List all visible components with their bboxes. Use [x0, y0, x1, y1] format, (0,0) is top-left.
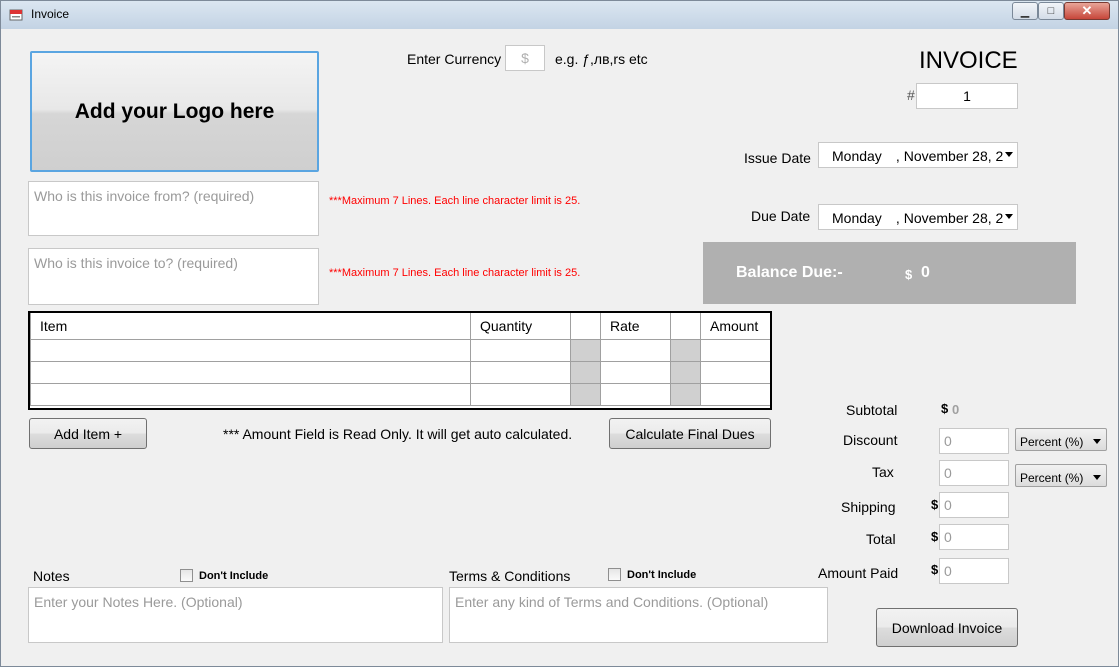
chevron-down-icon	[1093, 475, 1101, 480]
invoice-from-input[interactable]: Who is this invoice from? (required)	[28, 181, 319, 236]
rate-cell[interactable]	[600, 339, 671, 362]
from-limit-note: ***Maximum 7 Lines. Each line character …	[329, 195, 581, 207]
calculate-final-dues-button[interactable]: Calculate Final Dues	[609, 418, 771, 449]
spacer-cell	[670, 383, 701, 406]
issue-date-separator: ,	[895, 148, 900, 164]
title-bar: Invoice ▁ □ ✕	[1, 1, 1118, 29]
tax-type-select[interactable]: Percent (%)	[1015, 464, 1107, 487]
due-date-value: November 28, 2	[903, 210, 1004, 226]
due-date-separator: ,	[895, 210, 900, 226]
app-icon	[9, 9, 23, 21]
column-header-spacer	[670, 313, 701, 340]
balance-due-currency: $	[905, 267, 913, 282]
amount-cell	[700, 339, 770, 362]
item-cell[interactable]	[30, 361, 471, 384]
table-row	[30, 383, 770, 406]
subtotal-currency: $	[941, 401, 949, 416]
notes-dont-include-checkbox[interactable]	[180, 569, 193, 582]
spacer-cell	[570, 339, 601, 362]
download-invoice-button[interactable]: Download Invoice	[876, 608, 1018, 647]
notes-input[interactable]: Enter your Notes Here. (Optional)	[28, 587, 443, 643]
readonly-note: *** Amount Field is Read Only. It will g…	[223, 426, 573, 442]
maximize-button[interactable]: □	[1038, 2, 1064, 20]
window-title: Invoice	[31, 7, 70, 21]
minimize-button[interactable]: ▁	[1012, 2, 1038, 20]
invoice-hash: #	[907, 87, 915, 103]
discount-input[interactable]: 0	[939, 428, 1009, 454]
chevron-down-icon[interactable]	[1005, 152, 1013, 157]
notes-label: Notes	[33, 568, 70, 584]
balance-due-label: Balance Due:-	[736, 264, 843, 281]
amount-paid-currency: $	[931, 562, 939, 577]
item-cell[interactable]	[30, 383, 471, 406]
item-cell[interactable]	[30, 339, 471, 362]
total-label: Total	[866, 531, 896, 547]
due-date-picker[interactable]: Monday, November 28, 2	[818, 204, 1018, 230]
tax-input[interactable]: 0	[939, 460, 1009, 486]
total-input: 0	[939, 524, 1009, 550]
balance-due-panel: Balance Due:- $ 0	[703, 242, 1076, 304]
close-button[interactable]: ✕	[1064, 2, 1110, 20]
shipping-input[interactable]: 0	[939, 492, 1009, 518]
quantity-cell[interactable]	[470, 383, 571, 406]
table-header-row: Item Quantity Rate Amount	[30, 313, 770, 340]
amount-cell	[700, 361, 770, 384]
shipping-currency: $	[931, 497, 939, 512]
tax-type-value: Percent (%)	[1020, 471, 1084, 485]
column-header-rate: Rate	[600, 313, 671, 340]
due-date-label: Due Date	[751, 208, 811, 224]
column-header-quantity: Quantity	[470, 313, 571, 340]
spacer-cell	[570, 361, 601, 384]
spacer-cell	[570, 383, 601, 406]
amount-paid-label: Amount Paid	[818, 565, 899, 581]
notes-dont-include-label[interactable]: Don't Include	[199, 570, 268, 582]
column-header-spacer	[570, 313, 601, 340]
rate-cell[interactable]	[600, 361, 671, 384]
table-row	[30, 339, 770, 362]
balance-due-value: 0	[921, 264, 930, 281]
total-currency: $	[931, 529, 939, 544]
invoice-number-input[interactable]: 1	[916, 83, 1018, 109]
amount-paid-input[interactable]: 0	[939, 558, 1009, 584]
spacer-cell	[670, 361, 701, 384]
issue-date-picker[interactable]: Monday, November 28, 2	[818, 142, 1018, 168]
invoice-to-input[interactable]: Who is this invoice to? (required)	[28, 248, 319, 305]
issue-date-value: November 28, 2	[903, 148, 1004, 164]
column-header-item: Item	[30, 313, 471, 340]
items-table[interactable]: Item Quantity Rate Amount	[28, 311, 772, 410]
terms-dont-include-label[interactable]: Don't Include	[627, 569, 696, 581]
discount-type-select[interactable]: Percent (%)	[1015, 428, 1107, 451]
due-date-day: Monday	[832, 210, 882, 226]
subtotal-label: Subtotal	[846, 402, 898, 418]
quantity-cell[interactable]	[470, 361, 571, 384]
issue-date-label: Issue Date	[744, 150, 811, 166]
discount-label: Discount	[843, 432, 898, 448]
tax-label: Tax	[872, 464, 894, 480]
currency-example: e.g. ƒ,лв,rs etc	[555, 51, 648, 67]
add-logo-button[interactable]: Add your Logo here	[30, 51, 319, 172]
to-limit-note: ***Maximum 7 Lines. Each line character …	[329, 267, 581, 279]
quantity-cell[interactable]	[470, 339, 571, 362]
currency-input[interactable]: $	[505, 45, 545, 71]
discount-type-value: Percent (%)	[1020, 435, 1084, 449]
shipping-label: Shipping	[841, 499, 896, 515]
spacer-cell	[670, 339, 701, 362]
terms-input[interactable]: Enter any kind of Terms and Conditions. …	[449, 587, 828, 643]
amount-cell	[700, 383, 770, 406]
terms-label: Terms & Conditions	[449, 568, 571, 584]
table-row	[30, 361, 770, 384]
invoice-window: Invoice ▁ □ ✕ Add your Logo here Enter C…	[0, 0, 1119, 667]
column-header-amount: Amount	[700, 313, 770, 340]
chevron-down-icon[interactable]	[1005, 214, 1013, 219]
chevron-down-icon	[1093, 439, 1101, 444]
currency-label: Enter Currency	[407, 51, 502, 67]
subtotal-value: 0	[952, 402, 960, 417]
rate-cell[interactable]	[600, 383, 671, 406]
invoice-heading: INVOICE	[919, 47, 1018, 74]
issue-date-day: Monday	[832, 148, 882, 164]
terms-dont-include-checkbox[interactable]	[608, 568, 621, 581]
add-item-button[interactable]: Add Item +	[29, 418, 147, 449]
